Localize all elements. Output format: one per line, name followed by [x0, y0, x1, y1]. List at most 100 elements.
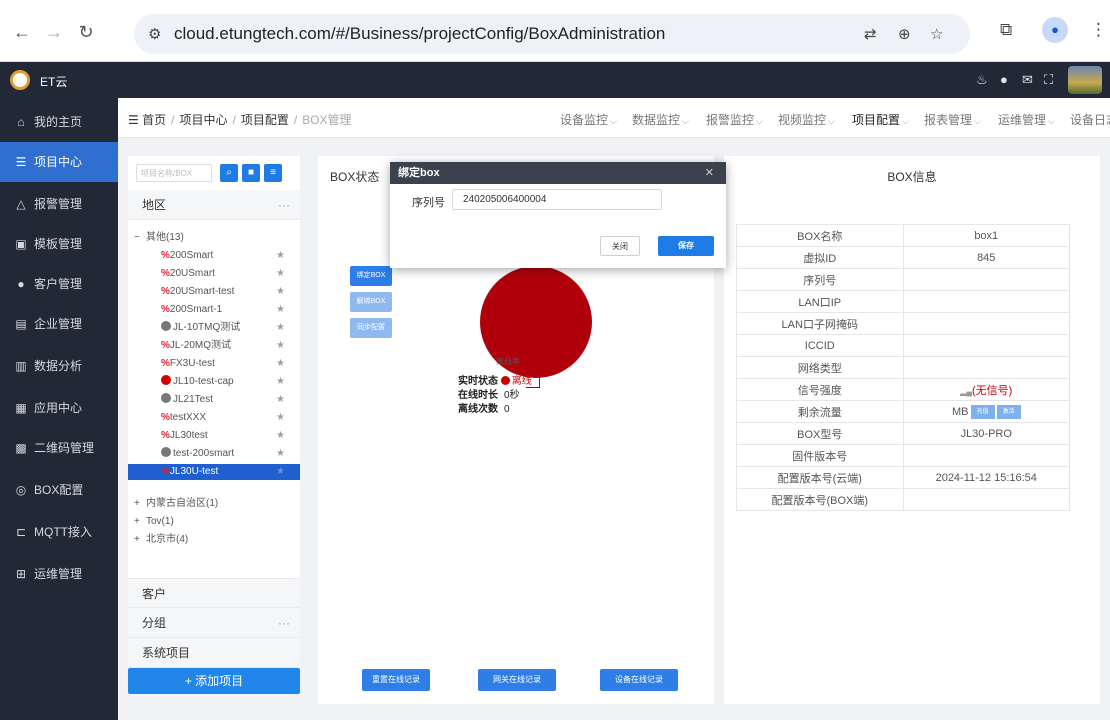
- nav-data-monitor[interactable]: 数据监控 ⌵: [632, 111, 689, 128]
- more-icon[interactable]: ···: [278, 608, 290, 638]
- section-customer[interactable]: 客户: [128, 578, 300, 608]
- address-bar[interactable]: ⚙ cloud.etungtech.com/#/Business/project…: [134, 14, 970, 54]
- info-label: 虚拟ID: [736, 246, 904, 269]
- tree-item[interactable]: %200Smart ★: [128, 248, 300, 264]
- translate-icon[interactable]: ⇄: [864, 25, 877, 43]
- sidebar-item-template[interactable]: ▣ 模板管理: [0, 224, 118, 264]
- device-online-record-button[interactable]: 设备在线记录: [600, 669, 678, 691]
- gateway-online-record-button[interactable]: 网关在线记录: [478, 669, 556, 691]
- nav-device-log[interactable]: 设备日志: [1070, 111, 1110, 128]
- list-icon[interactable]: ≡: [264, 164, 282, 182]
- tree-item[interactable]: %JL-20MQ测试 ★: [128, 338, 300, 354]
- nav-video-monitor[interactable]: 视频监控 ⌵: [778, 111, 835, 128]
- tree-item[interactable]: %JL30test ★: [128, 428, 300, 444]
- section-region[interactable]: 地区 ···: [128, 190, 300, 220]
- sidebar-item-box-config[interactable]: ◎ BOX配置: [0, 470, 118, 510]
- tree-item[interactable]: JL-10TMQ测试 ★: [128, 320, 300, 336]
- favorite-star-icon[interactable]: ★: [276, 464, 285, 480]
- sidebar-item-qrcode[interactable]: ▩ 二维码管理: [0, 428, 118, 468]
- sidebar-item-ops[interactable]: ⊞ 运维管理: [0, 554, 118, 594]
- menu-toggle-icon[interactable]: ☰: [128, 113, 139, 127]
- reset-online-record-button[interactable]: 重置在线记录: [362, 669, 430, 691]
- favorite-star-icon[interactable]: ★: [276, 320, 285, 336]
- back-icon[interactable]: ←: [10, 22, 34, 43]
- reload-icon[interactable]: ↻: [74, 22, 98, 43]
- tree-item[interactable]: %testXXX ★: [128, 410, 300, 426]
- tree-item[interactable]: JL21Test ★: [128, 392, 300, 408]
- serial-number-input[interactable]: 240205006400004: [452, 189, 662, 210]
- delete-icon[interactable]: ■: [242, 164, 260, 182]
- sidebar-item-alarm[interactable]: △ 报警管理: [0, 184, 118, 224]
- favorite-star-icon[interactable]: ★: [276, 374, 285, 390]
- project-search-input[interactable]: 项目名称/BOX: [136, 164, 212, 182]
- tree-group-beijing[interactable]: + 北京市(4): [128, 532, 300, 548]
- sidebar-item-customer[interactable]: ● 客户管理: [0, 264, 118, 304]
- sidebar-item-mqtt[interactable]: ⊏ MQTT接入: [0, 512, 118, 552]
- bookmark-star-icon[interactable]: ☆: [930, 25, 943, 43]
- section-group[interactable]: 分组 ···: [128, 608, 300, 638]
- nav-ops-management[interactable]: 运维管理 ⌵: [998, 111, 1055, 128]
- breadcrumb-home[interactable]: 首页: [142, 113, 166, 127]
- notification-icon[interactable]: ♨: [976, 72, 988, 88]
- forward-icon[interactable]: →: [42, 22, 66, 43]
- url-text[interactable]: cloud.etungtech.com/#/Business/projectCo…: [174, 24, 665, 44]
- expand-icon[interactable]: +: [134, 532, 140, 548]
- fullscreen-icon[interactable]: ⛶: [1044, 72, 1053, 88]
- nav-alarm-monitor[interactable]: 报警监控 ⌵: [706, 111, 763, 128]
- info-value: [902, 444, 1070, 467]
- nav-report-management[interactable]: 报表管理 ⌵: [924, 111, 981, 128]
- sync-config-button[interactable]: 同步配置: [350, 318, 392, 338]
- favorite-star-icon[interactable]: ★: [276, 446, 285, 462]
- favorite-star-icon[interactable]: ★: [276, 284, 285, 300]
- favorite-star-icon[interactable]: ★: [276, 428, 285, 444]
- tree-item[interactable]: test-200smart ★: [128, 446, 300, 462]
- user-avatar[interactable]: [1068, 66, 1102, 94]
- favorite-star-icon[interactable]: ★: [276, 392, 285, 408]
- unbind-box-button[interactable]: 解绑BOX: [350, 292, 392, 312]
- activate-button[interactable]: 激活: [996, 404, 1021, 419]
- tree-group-inner-mongolia[interactable]: + 内蒙古自治区(1): [128, 496, 300, 512]
- favorite-star-icon[interactable]: ★: [276, 266, 285, 282]
- sidebar-item-project-center[interactable]: ☰ 项目中心: [0, 142, 118, 182]
- add-project-button[interactable]: + 添加项目: [128, 668, 300, 694]
- recharge-button[interactable]: 充值: [970, 404, 995, 419]
- mail-icon[interactable]: ✉: [1022, 72, 1033, 88]
- close-icon[interactable]: ✕: [705, 162, 714, 184]
- tree-group-other[interactable]: − 其他(13): [128, 230, 300, 246]
- sidebar-item-app-center[interactable]: ▦ 应用中心: [0, 388, 118, 428]
- help-icon[interactable]: ●: [1000, 72, 1008, 87]
- more-icon[interactable]: ···: [278, 190, 290, 220]
- bind-box-button[interactable]: 绑定BOX: [350, 266, 392, 286]
- tree-item[interactable]: %JL30U-test ★: [128, 464, 300, 480]
- favorite-star-icon[interactable]: ★: [276, 302, 285, 318]
- expand-icon[interactable]: +: [134, 496, 140, 512]
- sidebar-item-data-analysis[interactable]: ▥ 数据分析: [0, 346, 118, 386]
- tree-item[interactable]: JL10-test-cap ★: [128, 374, 300, 390]
- tree-item[interactable]: %20USmart-test ★: [128, 284, 300, 300]
- site-info-icon[interactable]: ⚙: [148, 25, 161, 43]
- profile-avatar[interactable]: ●: [1042, 17, 1068, 43]
- nav-device-monitor[interactable]: 设备监控 ⌵: [560, 111, 617, 128]
- favorite-star-icon[interactable]: ★: [276, 356, 285, 372]
- favorite-star-icon[interactable]: ★: [276, 248, 285, 264]
- sidebar-item-home[interactable]: ⌂ 我的主页: [0, 102, 118, 142]
- expand-icon[interactable]: +: [134, 514, 140, 530]
- tree-group-tov[interactable]: + Tov(1): [128, 514, 300, 530]
- save-button[interactable]: 保存: [658, 236, 714, 256]
- tree-item[interactable]: %FX3U-test ★: [128, 356, 300, 372]
- nav-project-config[interactable]: 项目配置 ⌵: [852, 111, 909, 128]
- sidebar-item-enterprise[interactable]: ▤ 企业管理: [0, 304, 118, 344]
- section-system-project[interactable]: 系统项目: [128, 638, 300, 668]
- tree-item[interactable]: %20USmart ★: [128, 266, 300, 282]
- favorite-star-icon[interactable]: ★: [276, 410, 285, 426]
- search-icon[interactable]: ⌕: [220, 164, 238, 182]
- menu-icon[interactable]: ⋮: [1090, 20, 1107, 40]
- breadcrumb-project-center[interactable]: 项目中心: [179, 113, 227, 127]
- zoom-icon[interactable]: ⊕: [898, 25, 911, 43]
- tree-item[interactable]: %200Smart-1 ★: [128, 302, 300, 318]
- breadcrumb-project-config[interactable]: 项目配置: [241, 113, 289, 127]
- favorite-star-icon[interactable]: ★: [276, 338, 285, 354]
- close-button[interactable]: 关闭: [600, 236, 640, 256]
- extensions-icon[interactable]: ⧉: [1000, 20, 1012, 40]
- collapse-icon[interactable]: −: [134, 230, 140, 246]
